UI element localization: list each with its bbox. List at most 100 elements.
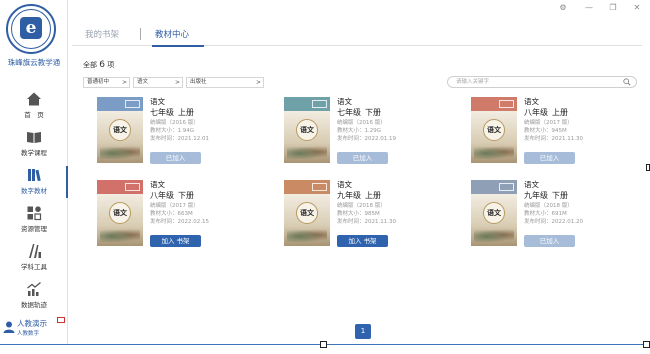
sidebar-item-label: 教学课程: [21, 149, 47, 157]
book-date: 发布时间：2021.11.30: [337, 219, 396, 225]
book-volume: 下册: [552, 191, 568, 200]
resize-handle-corner[interactable]: [643, 341, 650, 348]
book-cover[interactable]: 语文: [97, 180, 143, 246]
book-subject: 语文: [337, 97, 352, 106]
book-edition: 统编版（2018 版）: [524, 203, 573, 209]
count-suffix: 项: [107, 61, 115, 69]
search-icon[interactable]: [623, 78, 631, 86]
book-title: 九年级 下册: [524, 190, 583, 202]
sidebar-item-label: 资源管理: [21, 225, 47, 233]
sidebar-item-home[interactable]: 首 页: [0, 88, 68, 126]
minimize-icon[interactable]: —: [584, 3, 594, 13]
book-edition: 统编版（2018 版）: [337, 203, 386, 209]
filter-value: 普通初中: [87, 79, 110, 85]
cover-frame: [499, 183, 514, 191]
sidebar-item-digital-textbooks[interactable]: 数字教材: [0, 164, 68, 202]
book-card[interactable]: 语文 语文 九年级 下册 统编版（2018 版） 教材大小：691M 发布时间：2…: [471, 180, 650, 250]
sidebar-item-data-trace[interactable]: 数据轨迹: [0, 278, 68, 316]
book-title: 七年级 上册: [150, 107, 209, 119]
user-org: 人教数字: [17, 331, 40, 337]
tab-divider: [140, 28, 141, 40]
tab-textbook-center[interactable]: 教材中心: [155, 28, 189, 40]
book-cover[interactable]: 语文: [471, 180, 517, 246]
resize-handle-right[interactable]: [646, 164, 650, 171]
gear-icon[interactable]: ⚙: [558, 3, 568, 13]
book-card[interactable]: 语文 语文 七年级 上册 统编版（2016 版） 教材大小：1.94G 发布时间：…: [97, 97, 287, 167]
book-cover[interactable]: 语文: [471, 97, 517, 163]
filter-publisher[interactable]: 出版社 >: [186, 77, 264, 88]
book-grade: 七年级: [337, 108, 361, 117]
book-title: 八年级 上册: [524, 107, 583, 119]
resources-icon: [27, 206, 42, 221]
user-avatar-icon: [3, 321, 15, 333]
book-meta: 语文 七年级 上册 统编版（2016 版） 教材大小：1.94G 发布时间：202…: [150, 97, 209, 143]
tab-my-shelf[interactable]: 我的书架: [85, 28, 119, 40]
added-to-shelf-button[interactable]: 已加入: [524, 152, 575, 164]
book-cover[interactable]: 语文: [284, 97, 330, 163]
book-title: 九年级 上册: [337, 190, 396, 202]
chart-icon: [27, 281, 41, 296]
restore-icon[interactable]: ❐: [608, 3, 618, 13]
cover-frame: [125, 183, 140, 191]
book-subject: 语文: [150, 180, 165, 189]
count-prefix: 全部: [83, 61, 97, 69]
resize-handle-bottom[interactable]: [320, 341, 327, 348]
book-grade: 九年级: [524, 191, 548, 200]
tools-icon: [29, 244, 41, 258]
sidebar-item-label: 首 页: [24, 111, 44, 119]
logo-mark: e: [20, 17, 42, 39]
book-title: 八年级 下册: [150, 190, 209, 202]
book-card[interactable]: 语文 语文 七年级 下册 统编版（2016 版） 教材大小：1.29G 发布时间：…: [284, 97, 474, 167]
search-input[interactable]: 请输入关键字: [447, 76, 637, 88]
book-cover[interactable]: 语文: [284, 180, 330, 246]
book-meta: 语文 七年级 下册 统编版（2016 版） 教材大小：1.29G 发布时间：202…: [337, 97, 396, 143]
sidebar-item-courses[interactable]: 教学课程: [0, 126, 68, 164]
chevron-right-icon: >: [121, 79, 127, 86]
book-card[interactable]: 语文 语文 八年级 下册 统编版（2017 版） 教材大小：663M 发布时间：2…: [97, 180, 287, 250]
book-subject: 语文: [524, 180, 539, 189]
added-to-shelf-button[interactable]: 已加入: [524, 235, 575, 247]
cover-seal: 语文: [483, 119, 505, 141]
close-icon[interactable]: ✕: [632, 3, 642, 13]
cover-frame: [312, 183, 327, 191]
sidebar-item-resources[interactable]: 资源管理: [0, 202, 68, 240]
book-cover[interactable]: 语文: [97, 97, 143, 163]
book-size: 教材大小：1.29G: [337, 128, 382, 134]
book-card[interactable]: 语文 语文 八年级 上册 统编版（2017 版） 教材大小：945M 发布时间：2…: [471, 97, 650, 167]
user-profile[interactable]: 人教演示 人教数字: [2, 316, 68, 342]
book-edition: 统编版（2017 版）: [150, 203, 199, 209]
filter-subject[interactable]: 语文 >: [133, 77, 183, 88]
added-to-shelf-button[interactable]: 已加入: [150, 152, 201, 164]
cover-frame: [312, 100, 327, 108]
count-number: 6: [99, 60, 105, 70]
filter-value: 出版社: [190, 79, 207, 85]
add-to-shelf-button[interactable]: 加入 书架: [337, 235, 388, 247]
cover-seal: 语文: [483, 202, 505, 224]
filter-school-level[interactable]: 普通初中 >: [83, 77, 130, 88]
cover-seal: 语文: [296, 119, 318, 141]
add-to-shelf-button[interactable]: 加入 书架: [150, 235, 201, 247]
sidebar-item-tools[interactable]: 学科工具: [0, 240, 68, 278]
book-grade: 七年级: [150, 108, 174, 117]
sidebar-item-label: 学科工具: [21, 263, 47, 271]
book-date: 发布时间：2021.12.01: [150, 136, 209, 142]
cover-seal: 语文: [296, 202, 318, 224]
search-placeholder: 请输入关键字: [456, 79, 490, 85]
cover-frame: [125, 100, 140, 108]
book-subject: 语文: [524, 97, 539, 106]
book-card[interactable]: 语文 语文 九年级 上册 统编版（2018 版） 教材大小：985M 发布时间：2…: [284, 180, 474, 250]
cover-seal: 语文: [109, 202, 131, 224]
added-to-shelf-button[interactable]: 已加入: [337, 152, 388, 164]
book-subject: 语文: [150, 97, 165, 106]
cover-seal: 语文: [109, 119, 131, 141]
mail-icon[interactable]: [57, 317, 65, 323]
book-size: 教材大小：945M: [524, 128, 567, 134]
pagination-page-button[interactable]: 1: [355, 324, 371, 339]
chevron-right-icon: >: [174, 79, 180, 86]
book-size: 教材大小：1.94G: [150, 128, 195, 134]
active-tab-indicator: [152, 45, 204, 47]
book-meta: 语文 八年级 下册 统编版（2017 版） 教材大小：663M 发布时间：2022…: [150, 180, 209, 226]
book-volume: 上册: [178, 108, 194, 117]
book-meta: 语文 九年级 上册 统编版（2018 版） 教材大小：985M 发布时间：2021…: [337, 180, 396, 226]
book-grade: 九年级: [337, 191, 361, 200]
